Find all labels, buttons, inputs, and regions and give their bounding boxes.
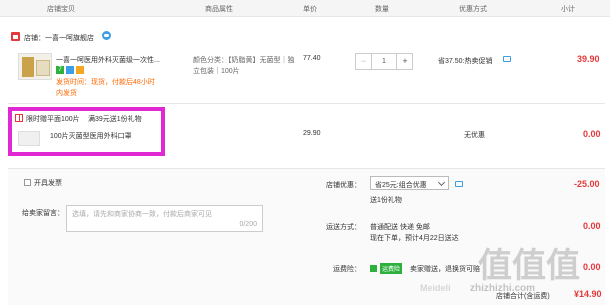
coupon-gift-note: 送1份礼物	[370, 197, 402, 204]
qty-minus-button[interactable]: −	[356, 54, 372, 69]
shipping-amount: 0.00	[583, 221, 601, 231]
shipping-time-line2: 内发货	[56, 90, 77, 97]
table-header: 店铺宝贝 商品属性 单价 数量 优惠方式 小计	[0, 0, 610, 17]
product-unit-price: 77.40	[303, 55, 321, 62]
remark-counter: 0/200	[239, 221, 257, 228]
product-attr-line1: 颜色分类：【奶脂黄】无菌型｜独	[193, 57, 295, 64]
service-badge-icon	[66, 66, 74, 74]
gift-highlight-box: 限时赠平面100片 满39元送1份礼物 100片灭菌型医用外科口罩	[8, 107, 165, 156]
gift-icon	[15, 114, 23, 122]
item-subtotal: 39.90	[577, 54, 600, 64]
header-discount: 优惠方式	[459, 6, 487, 13]
header-store-product: 店铺宝贝	[47, 6, 75, 13]
invoice-label: 开具发票	[34, 180, 62, 187]
wangwang-chat-icon[interactable]	[102, 31, 111, 40]
header-subtotal: 小计	[561, 6, 575, 13]
discount-tip-icon[interactable]	[503, 56, 511, 62]
qty-input[interactable]: 1	[372, 54, 396, 69]
header-unit-price: 单价	[303, 6, 317, 13]
store-label: 店铺：	[24, 35, 45, 42]
gift-discount: 无优惠	[464, 132, 485, 139]
gift-header: 限时赠平面100片	[26, 116, 80, 123]
header-quantity: 数量	[375, 6, 389, 13]
chevron-down-icon	[437, 178, 446, 187]
store-name[interactable]: 一喜一呵旗舰店	[45, 33, 94, 43]
watermark-logo: 值值值	[478, 247, 580, 285]
item-discount: 省37.50:热卖促销	[438, 58, 493, 65]
coupon-select[interactable]: 省25元:组合优惠	[370, 176, 449, 190]
gift-condition: 满39元送1份礼物	[88, 116, 142, 123]
gift-unit-price: 29.90	[303, 130, 321, 137]
gift-subtotal: 0.00	[583, 129, 601, 139]
gift-name[interactable]: 100片灭菌型医用外科口罩	[50, 131, 132, 141]
coupon-label: 店铺优惠：	[326, 182, 361, 189]
invoice-checkbox[interactable]	[24, 179, 31, 186]
header-attribute: 商品属性	[205, 6, 233, 13]
watermark-url: zhizhizhi.com	[470, 283, 535, 294]
product-attr-line2: 立包装｜100片	[193, 68, 240, 75]
guarantee-badge-icon	[76, 66, 84, 74]
product-thumbnail[interactable]	[18, 53, 52, 80]
seller-remark-textarea[interactable]: 选填，请先和商家协商一致，付款后商家可见 0/200	[66, 205, 263, 232]
shipping-method-line1: 普通配送 快递 免邮	[370, 224, 430, 231]
insurance-checkbox[interactable]	[370, 265, 377, 272]
product-title[interactable]: 一喜一呵医用外科灭菌级一次性...	[56, 55, 160, 65]
coupon-amount: -25.00	[574, 179, 600, 189]
store-icon	[11, 32, 20, 41]
remark-label: 给卖家留言：	[22, 210, 64, 217]
insurance-label: 运费险：	[333, 266, 361, 273]
shipping-method-line2: 现在下单，预计4月22日送达	[370, 235, 459, 242]
shipping-method-label: 运送方式：	[326, 224, 361, 231]
watermark-side: Meideli	[420, 283, 451, 293]
gift-thumbnail[interactable]	[18, 131, 40, 146]
shipping-time-line1: 发货时间：现货，付款后48小时	[56, 79, 155, 86]
insurance-badge: 运费险	[380, 263, 403, 274]
qty-plus-button[interactable]: +	[396, 54, 413, 69]
insurance-text: 卖家赠送，退换货可赔	[410, 266, 480, 273]
insurance-amount: 0.00	[583, 262, 601, 272]
remark-placeholder: 选填，请先和商家协商一致，付款后商家可见	[72, 211, 212, 218]
coupon-select-value: 省25元:组合优惠	[375, 182, 427, 189]
store-total-value: ¥14.90	[574, 289, 602, 299]
quantity-stepper: − 1 +	[355, 53, 413, 70]
coupon-tip-icon[interactable]	[455, 181, 463, 187]
seven-day-return-badge: 7	[56, 66, 64, 74]
